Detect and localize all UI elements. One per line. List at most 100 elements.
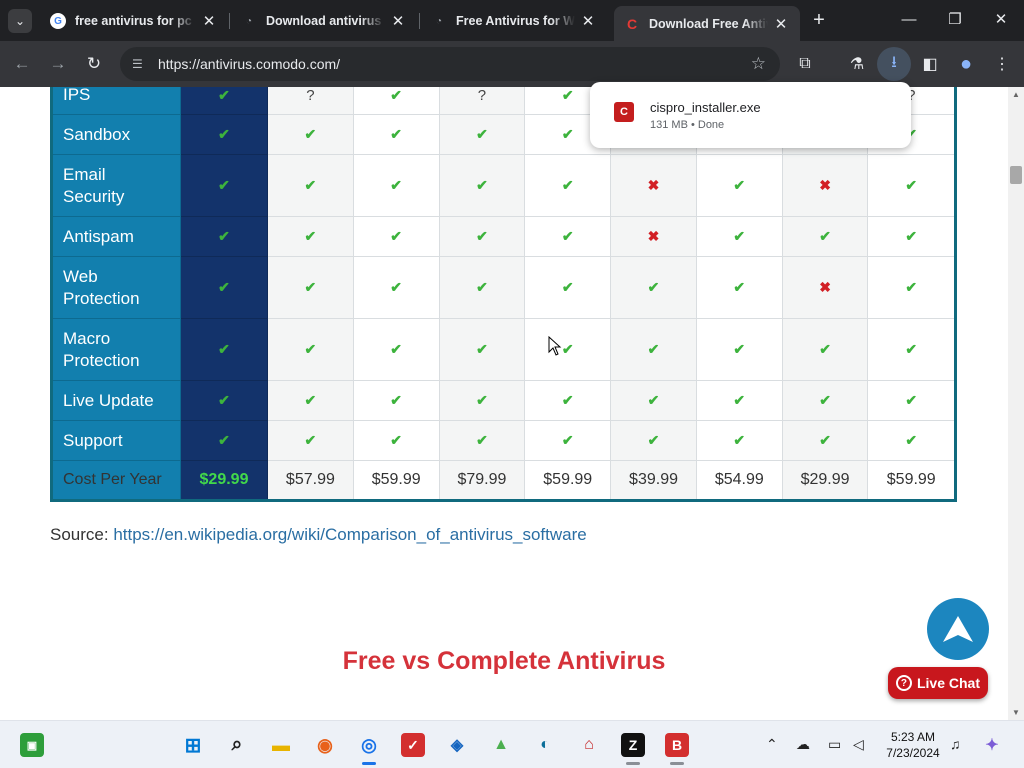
notification-bell-icon[interactable]: ♫ xyxy=(950,736,961,752)
tab-1[interactable]: G free antivirus for pc - ✕ xyxy=(40,6,228,36)
new-tab-button[interactable]: + xyxy=(808,9,830,31)
close-tab-icon[interactable]: ✕ xyxy=(772,15,790,33)
extensions-icon[interactable]: ⧉ xyxy=(793,52,817,76)
system-clock[interactable]: 5:23 AM 7/23/2024 xyxy=(880,729,946,761)
running-indicator xyxy=(670,762,684,765)
cross-icon: ✖ xyxy=(819,279,831,295)
help-icon: ? xyxy=(895,675,912,691)
menu-icon[interactable]: ⋮ xyxy=(990,52,1014,76)
check-icon: ✔ xyxy=(476,279,488,295)
check-icon: ✔ xyxy=(390,126,403,142)
close-tab-icon[interactable]: ✕ xyxy=(579,12,597,30)
feature-name: Support xyxy=(51,420,181,461)
tab-search-button[interactable]: ⌄ xyxy=(8,9,32,33)
bookmark-star-icon[interactable]: ☆ xyxy=(751,54,766,74)
app-home-icon[interactable]: ⌂ xyxy=(577,733,601,757)
scroll-thumb[interactable] xyxy=(1010,166,1022,184)
firefox-icon[interactable]: ◉ xyxy=(313,733,337,757)
competitor-cell: ✔ xyxy=(781,380,869,421)
live-chat-button[interactable]: ? Live Chat xyxy=(888,667,988,699)
app-swirl-icon[interactable]: ◐ xyxy=(533,733,557,757)
scroll-up-arrow[interactable]: ▲ xyxy=(1008,88,1024,100)
comodo-price: $29.99 xyxy=(180,460,268,501)
competitor-cell: ✔ xyxy=(438,420,526,461)
start-icon[interactable]: ⊞ xyxy=(181,733,205,757)
app-shield-icon[interactable]: ◈ xyxy=(445,733,469,757)
tab-4-active[interactable]: C Download Free Antivi ✕ xyxy=(614,6,800,41)
competitor-cell: ✔ xyxy=(524,154,612,217)
check-icon: ✔ xyxy=(905,432,918,448)
installer-file-icon: C xyxy=(614,102,634,122)
competitor-cell: ✔ xyxy=(610,380,697,421)
competitor-cell: ✔ xyxy=(352,318,440,381)
reload-icon[interactable]: ↻ xyxy=(82,52,106,76)
download-filename[interactable]: cispro_installer.exe xyxy=(650,100,761,115)
address-bar[interactable]: ☰ https://antivirus.comodo.com/ ☆ xyxy=(120,47,780,81)
close-tab-icon[interactable]: ✕ xyxy=(200,12,218,30)
browser-toolbar: ← → ↻ ☰ https://antivirus.comodo.com/ ☆ … xyxy=(0,41,1024,87)
app-z-icon[interactable]: Z xyxy=(621,733,645,757)
check-icon: ✔ xyxy=(390,341,403,357)
app-b-icon[interactable]: B xyxy=(665,733,689,757)
pdf-app-icon[interactable]: ✓ xyxy=(401,733,425,757)
table-row: Antispam ✔ ✔ ✔ ✔ ✔ ✖ ✔ ✔ ✔ xyxy=(51,216,956,257)
competitor-price: $59.99 xyxy=(524,460,612,501)
close-window-button[interactable]: ✕ xyxy=(978,0,1024,38)
url-text: https://antivirus.comodo.com/ xyxy=(158,56,341,72)
check-icon: ✔ xyxy=(905,177,918,193)
copilot-icon[interactable]: ✦ xyxy=(980,733,1004,757)
scroll-down-arrow[interactable]: ▼ xyxy=(1008,706,1024,718)
forward-icon[interactable]: → xyxy=(46,52,70,76)
feature-name: Live Update xyxy=(51,380,181,421)
check-icon: ✔ xyxy=(733,392,746,408)
profile-avatar-icon[interactable]: ● xyxy=(954,52,978,76)
check-icon: ✔ xyxy=(390,177,403,193)
tray-overflow-icon[interactable]: ⌃ xyxy=(766,736,778,753)
minimize-button[interactable]: — xyxy=(886,0,932,38)
check-icon: ✔ xyxy=(561,392,574,408)
feature-name: IPS xyxy=(51,87,181,115)
check-icon: ✔ xyxy=(218,177,230,193)
site-info-icon[interactable]: ☰ xyxy=(132,57,150,71)
tab-2[interactable]: ◔ Download antivirus so ✕ xyxy=(231,6,417,36)
chrome-icon[interactable]: ◎ xyxy=(357,733,381,757)
check-icon: ✔ xyxy=(218,126,230,142)
competitor-cell: ✔ xyxy=(267,318,354,381)
volume-icon[interactable]: ◁ xyxy=(853,736,864,753)
feature-name: Web Protection xyxy=(51,256,181,319)
check-icon: ✔ xyxy=(390,279,403,295)
active-app-indicator xyxy=(362,762,376,765)
competitor-cell: ✔ xyxy=(438,380,526,421)
tab-3[interactable]: ◔ Free Antivirus for Win ✕ xyxy=(421,6,607,36)
google-icon: G xyxy=(50,13,66,29)
labs-icon[interactable]: ⚗ xyxy=(845,52,869,76)
check-icon: ✔ xyxy=(905,228,918,244)
check-icon: ✔ xyxy=(304,432,317,448)
competitor-cell: ✔ xyxy=(781,216,869,257)
competitor-cell: ✔ xyxy=(781,318,869,381)
app-leaf-icon[interactable]: ▲ xyxy=(489,733,513,757)
scroll-to-top-button[interactable] xyxy=(927,598,989,660)
competitor-cell: ✔ xyxy=(267,380,354,421)
competitor-cell: ✔ xyxy=(267,420,354,461)
competitor-price: $54.99 xyxy=(695,460,783,501)
file-explorer-icon[interactable]: ▬ xyxy=(269,733,293,757)
close-tab-icon[interactable]: ✕ xyxy=(389,12,407,30)
back-icon[interactable]: ← xyxy=(10,52,34,76)
check-icon: ✔ xyxy=(561,87,574,103)
network-icon[interactable]: ▭ xyxy=(828,736,841,753)
unknown-mark: ? xyxy=(306,87,315,104)
source-link[interactable]: https://en.wikipedia.org/wiki/Comparison… xyxy=(113,525,586,544)
competitor-cell: ✔ xyxy=(610,318,697,381)
side-panel-icon[interactable]: ◧ xyxy=(918,52,942,76)
restore-button[interactable]: ❐ xyxy=(932,0,978,38)
search-icon[interactable]: ⌕ xyxy=(225,733,249,757)
clock-date: 7/23/2024 xyxy=(886,746,940,760)
check-icon: ✔ xyxy=(647,432,660,448)
up-arrow-icon xyxy=(943,616,973,642)
cloud-offline-icon[interactable]: ☁ xyxy=(796,736,810,753)
check-icon: ✔ xyxy=(733,341,746,357)
widgets-icon[interactable]: ▣ xyxy=(20,733,44,757)
source-label: Source: xyxy=(50,525,109,544)
unknown-mark: ? xyxy=(477,87,487,104)
